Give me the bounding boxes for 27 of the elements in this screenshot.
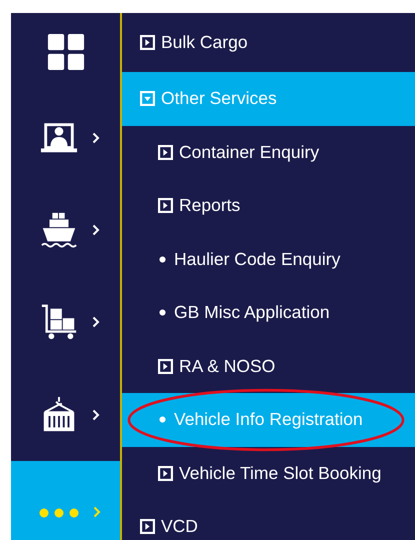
menu-item[interactable]: Reports (122, 179, 415, 232)
menu-item[interactable]: GB Misc Application (122, 286, 415, 340)
more-icon (38, 508, 78, 518)
cart-icon (40, 303, 78, 342)
bullet-icon (159, 416, 166, 424)
chevron-icon (92, 408, 100, 421)
grid-icon (46, 33, 84, 72)
menu-item[interactable]: Container Enquiry (122, 126, 415, 179)
bullet-icon (159, 309, 166, 316)
expand-icon (158, 144, 173, 160)
expand-icon (158, 466, 173, 481)
chevron-icon (92, 132, 100, 144)
ship-icon (40, 211, 78, 250)
menu-item[interactable]: VCD (122, 500, 415, 540)
menu-item[interactable]: Haulier Code Enquiry (122, 232, 415, 286)
menu-item[interactable]: Bulk Cargo (122, 13, 415, 72)
menu-item[interactable]: Vehicle Time Slot Booking (122, 446, 415, 500)
collapse-icon (140, 91, 155, 106)
chevron-icon (92, 316, 100, 328)
expand-icon (158, 358, 173, 374)
expand-icon (140, 519, 155, 534)
expand-icon (140, 35, 155, 50)
bullet-icon (159, 256, 166, 263)
menu-item[interactable]: RA & NOSO (122, 340, 415, 393)
expand-icon (158, 198, 173, 214)
chevron-icon (92, 224, 100, 236)
chevron-icon (92, 506, 100, 518)
